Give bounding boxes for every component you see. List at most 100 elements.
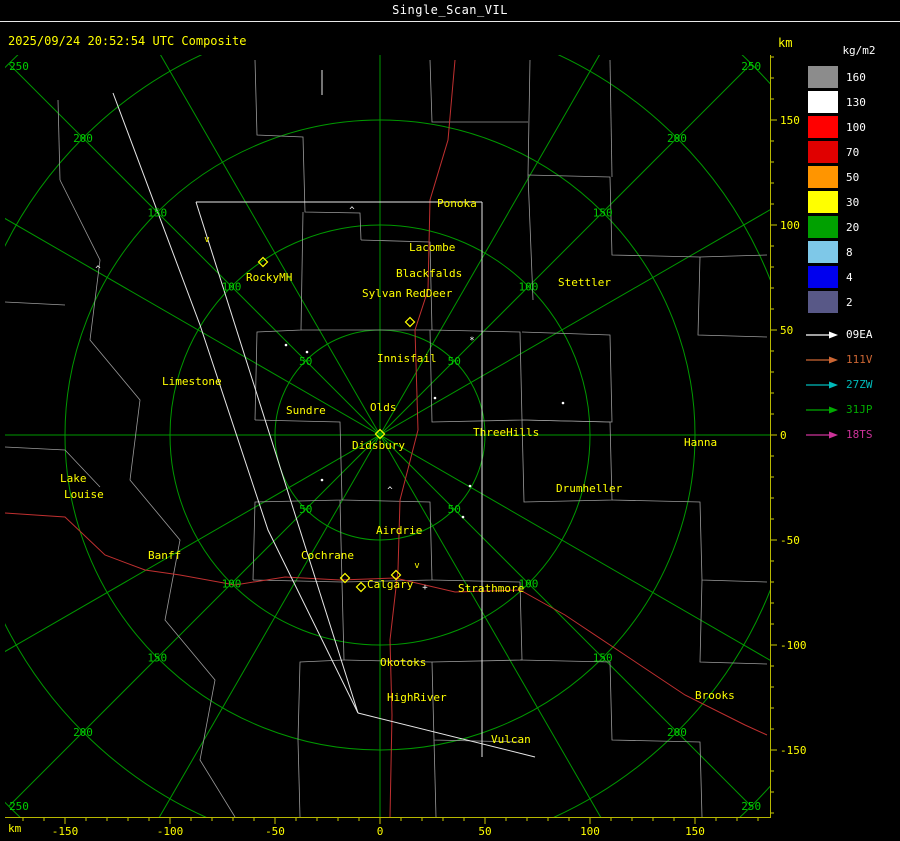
radar-arrow-icon: [806, 381, 838, 388]
axis-tick-label: -100: [780, 639, 807, 652]
radar-site-legend: 09EA 111V 27ZW 31JP 18TS: [804, 322, 873, 447]
bottom-axis-unit: km: [8, 822, 22, 835]
scale-swatch: [808, 291, 838, 313]
range-label: 100: [222, 281, 242, 294]
city-label: Airdrie: [376, 524, 422, 537]
axis-tick-label: -150: [52, 825, 79, 838]
radar-arrow-icon: [806, 331, 838, 338]
range-label: 50: [299, 503, 312, 516]
town-dot-marker: [433, 396, 437, 400]
map-symbol: ^: [95, 265, 101, 275]
scale-swatch: [808, 116, 838, 138]
city-label: Banff: [148, 549, 181, 562]
county-boundary: [254, 211, 304, 421]
radar-id: 27ZW: [846, 378, 873, 391]
city-label: Vulcan: [491, 733, 531, 746]
range-label: 200: [667, 726, 687, 739]
town-dot-marker: [320, 478, 324, 482]
county-boundary: [609, 59, 613, 178]
city-label: Innisfail: [377, 352, 437, 365]
radar-map-canvas[interactable]: 50 5050 50100 100100 100150 150150 150200 20020…: [5, 55, 770, 817]
scale-row: 70: [808, 141, 866, 163]
axis-tick-label: 100: [580, 825, 600, 838]
town-dot-marker: [561, 401, 565, 405]
county-boundary: [429, 329, 523, 423]
county-boundary: [57, 99, 61, 181]
map-symbol: v: [204, 235, 209, 245]
scale-swatch: [808, 266, 838, 288]
highway-line: [394, 577, 768, 736]
county-boundary: [697, 256, 768, 338]
county-boundary: [252, 579, 345, 741]
axis-tick-label: 0: [377, 825, 384, 838]
map-symbol: *: [469, 336, 474, 346]
scale-value: 100: [846, 120, 866, 134]
radar-legend-row: 111V: [804, 347, 873, 372]
range-label: 250: [9, 800, 29, 813]
radar-coverage-boundary: [112, 92, 359, 714]
radar-application: { "title_bar": { "title": "Single_Scan_V…: [0, 0, 900, 841]
town-dot-marker: [468, 484, 472, 488]
radar-id: 111V: [846, 353, 873, 366]
arrow-head: [829, 356, 838, 363]
radar-arrow-icon: [806, 356, 838, 363]
scale-swatch: [808, 191, 838, 213]
city-label: ThreeHills: [473, 426, 539, 439]
county-boundary: [527, 174, 768, 258]
axis-tick-label: 0: [780, 429, 787, 442]
axis-tick-label: 150: [685, 825, 705, 838]
city-label: RedDeer: [406, 287, 453, 300]
city-label: Didsbury: [352, 439, 405, 452]
city-label: RockyMH: [246, 271, 292, 284]
scale-unit-label: kg/m2: [842, 44, 876, 57]
city-label: Olds: [370, 401, 397, 414]
city-label: Limestone: [162, 375, 222, 388]
city-label: Stettler: [558, 276, 611, 289]
scale-swatch: [808, 66, 838, 88]
range-label: 200: [73, 726, 93, 739]
scale-value: 50: [846, 170, 860, 184]
county-boundary: [433, 739, 437, 817]
scale-row: 130: [808, 91, 866, 113]
radar-id: 09EA: [846, 328, 873, 341]
town-dot-marker: [284, 343, 288, 347]
range-label: 150: [593, 206, 613, 219]
radar-id: 18TS: [846, 428, 873, 441]
arrow-head: [829, 381, 838, 388]
range-label: 100: [519, 281, 539, 294]
scale-swatch: [808, 241, 838, 263]
radar-site-marker: [355, 581, 367, 593]
county-boundary: [429, 59, 528, 123]
color-scale: 160 130 100 70 50 30 20 8 4 2: [808, 66, 866, 316]
scale-swatch: [808, 216, 838, 238]
window-title: Single_Scan_VIL: [392, 3, 508, 17]
range-label: 50: [448, 355, 461, 368]
range-label: 250: [741, 800, 761, 813]
scale-row: 2: [808, 291, 866, 313]
city-label: Ponoka: [437, 197, 477, 210]
range-label: 150: [147, 652, 167, 665]
scale-value: 30: [846, 195, 860, 209]
scale-value: 20: [846, 220, 860, 234]
scale-swatch: [808, 141, 838, 163]
radar-arrow-icon: [806, 431, 838, 438]
title-bar: Single_Scan_VIL: [0, 0, 900, 22]
radar-map[interactable]: 50 50 50 50 100 100 100 100 150 150 150 150 200 200 20…: [5, 55, 771, 818]
map-symbol: +: [422, 583, 428, 593]
county-boundary: [611, 499, 768, 583]
city-label: Hanna: [684, 436, 717, 449]
scan-timestamp: 2025/09/24 20:52:54 UTC Composite: [8, 34, 247, 48]
axis-tick-label: -100: [157, 825, 184, 838]
scale-row: 8: [808, 241, 866, 263]
range-label: 100: [222, 577, 242, 590]
city-label: Sylvan: [362, 287, 402, 300]
scale-row: 30: [808, 191, 866, 213]
city-label: Strathmore: [458, 582, 524, 595]
scale-row: 100: [808, 116, 866, 138]
range-label: 50: [299, 355, 312, 368]
radar-site-marker: [404, 316, 416, 328]
city-label: Blackfalds: [396, 267, 462, 280]
axis-tick-label: 150: [780, 114, 800, 127]
range-label: 150: [147, 206, 167, 219]
range-label: 200: [667, 132, 687, 145]
